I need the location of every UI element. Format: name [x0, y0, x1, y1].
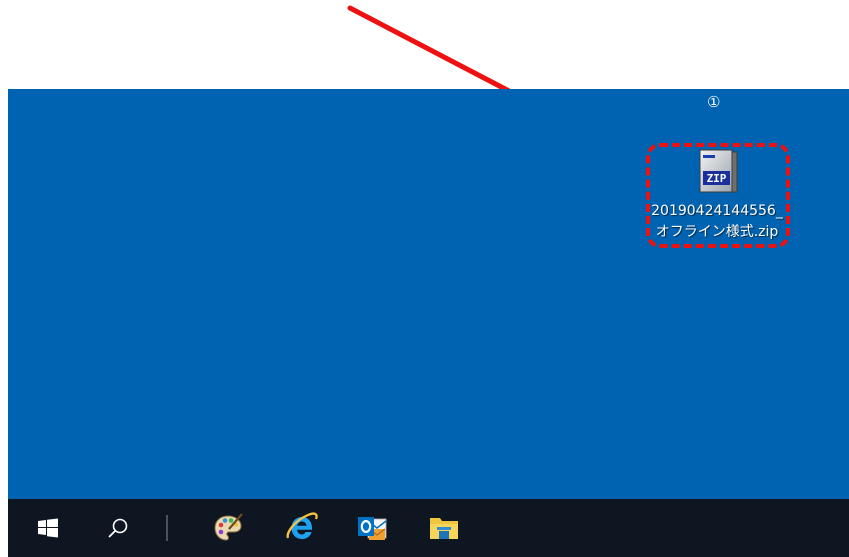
- paint-taskbar-button[interactable]: [204, 499, 252, 557]
- paint-palette-icon: [214, 513, 243, 541]
- taskbar-divider: [166, 515, 168, 541]
- outlook-taskbar-button[interactable]: [348, 499, 396, 557]
- file-explorer-icon: [430, 518, 458, 539]
- highlight-box: [646, 143, 790, 248]
- outlook-icon: [358, 517, 387, 540]
- start-button[interactable]: [24, 499, 72, 557]
- search-icon: [108, 518, 128, 538]
- search-button[interactable]: [94, 499, 142, 557]
- taskbar: [8, 499, 849, 557]
- internet-explorer-icon: [286, 512, 318, 539]
- file-explorer-taskbar-button[interactable]: [420, 499, 468, 557]
- windows-start-icon: [38, 518, 58, 538]
- internet-explorer-taskbar-button[interactable]: [278, 499, 326, 557]
- step-marker: ①: [707, 93, 721, 111]
